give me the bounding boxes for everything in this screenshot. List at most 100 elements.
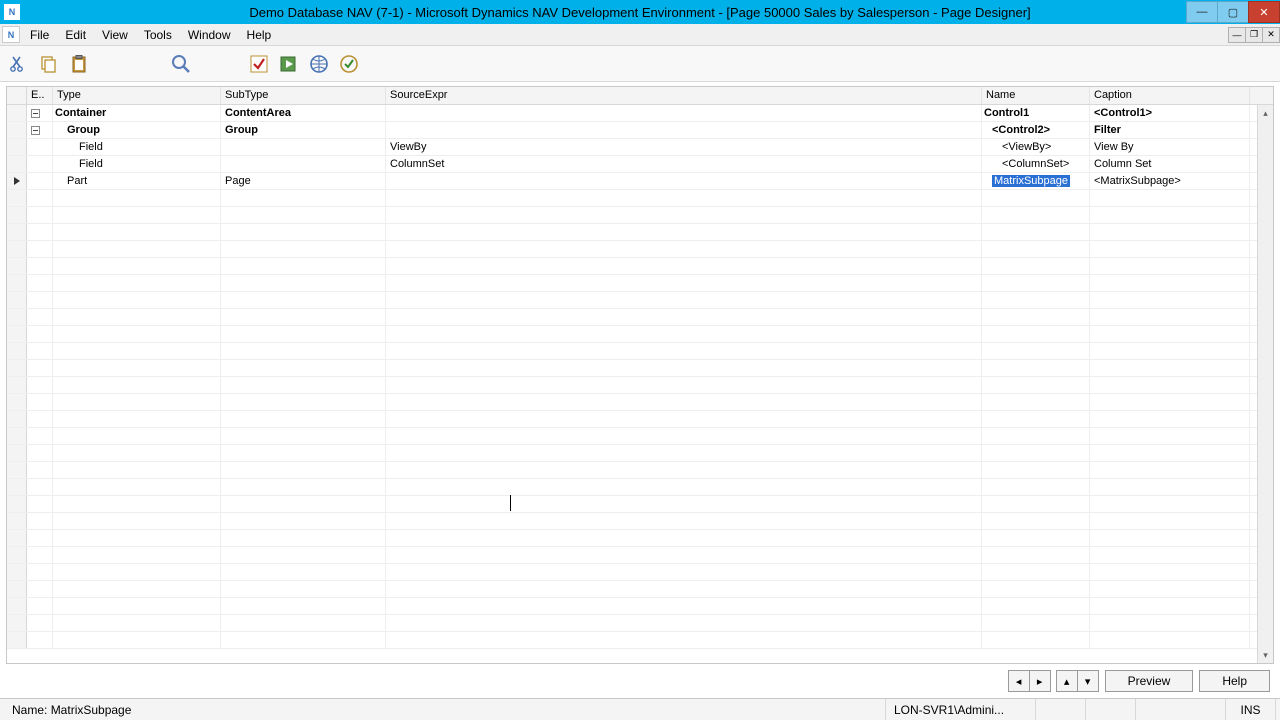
cell-expand[interactable]: [27, 156, 53, 172]
row-selector[interactable]: [7, 411, 27, 427]
row-selector[interactable]: [7, 377, 27, 393]
cell-subtype[interactable]: [221, 530, 386, 546]
cell-sourceexpr[interactable]: [386, 122, 982, 138]
row-selector[interactable]: [7, 615, 27, 631]
grid-row[interactable]: [7, 496, 1273, 513]
cell-subtype[interactable]: [221, 547, 386, 563]
cell-subtype[interactable]: [221, 309, 386, 325]
cell-type[interactable]: [53, 241, 221, 257]
cell-type[interactable]: Group: [53, 122, 221, 138]
cell-expand[interactable]: [27, 377, 53, 393]
cell-sourceexpr[interactable]: [386, 479, 982, 495]
cell-sourceexpr[interactable]: [386, 360, 982, 376]
cell-sourceexpr[interactable]: [386, 105, 982, 121]
cell-subtype[interactable]: [221, 411, 386, 427]
cell-name[interactable]: [982, 309, 1090, 325]
nav-left-button[interactable]: ◂: [1008, 670, 1030, 692]
cell-subtype[interactable]: Page: [221, 173, 386, 189]
cell-caption[interactable]: [1090, 394, 1250, 410]
grid-row[interactable]: FieldViewBy<ViewBy>View By: [7, 139, 1273, 156]
cell-name[interactable]: [982, 292, 1090, 308]
cell-sourceexpr[interactable]: [386, 394, 982, 410]
cell-caption[interactable]: [1090, 547, 1250, 563]
cell-expand[interactable]: [27, 564, 53, 580]
cell-caption[interactable]: Column Set: [1090, 156, 1250, 172]
cell-subtype[interactable]: [221, 598, 386, 614]
cell-sourceexpr[interactable]: ViewBy: [386, 139, 982, 155]
vertical-scrollbar[interactable]: ▴ ▾: [1257, 105, 1273, 663]
cell-sourceexpr[interactable]: [386, 632, 982, 648]
row-selector[interactable]: [7, 394, 27, 410]
cell-expand[interactable]: [27, 105, 53, 121]
cell-subtype[interactable]: [221, 326, 386, 342]
cell-type[interactable]: [53, 428, 221, 444]
cell-subtype[interactable]: [221, 564, 386, 580]
cell-name[interactable]: [982, 377, 1090, 393]
cell-expand[interactable]: [27, 530, 53, 546]
row-selector[interactable]: [7, 258, 27, 274]
cell-type[interactable]: [53, 581, 221, 597]
localize-button[interactable]: [306, 51, 332, 77]
menu-tools[interactable]: Tools: [136, 24, 180, 45]
help-button[interactable]: Help: [1199, 670, 1270, 692]
cell-subtype[interactable]: [221, 241, 386, 257]
grid-row[interactable]: PartPageMatrixSubpage<MatrixSubpage>: [7, 173, 1273, 190]
col-header-caption[interactable]: Caption: [1090, 87, 1250, 104]
cell-sourceexpr[interactable]: [386, 207, 982, 223]
cell-type[interactable]: [53, 496, 221, 512]
cell-caption[interactable]: [1090, 615, 1250, 631]
cell-type[interactable]: [53, 292, 221, 308]
cell-sourceexpr[interactable]: [386, 615, 982, 631]
grid-row[interactable]: [7, 207, 1273, 224]
cell-expand[interactable]: [27, 258, 53, 274]
col-header-type[interactable]: Type: [53, 87, 221, 104]
grid-row[interactable]: [7, 343, 1273, 360]
preview-button[interactable]: Preview: [1105, 670, 1194, 692]
grid-row[interactable]: [7, 445, 1273, 462]
cell-sourceexpr[interactable]: [386, 428, 982, 444]
cell-caption[interactable]: [1090, 564, 1250, 580]
grid-row[interactable]: [7, 224, 1273, 241]
cell-expand[interactable]: [27, 479, 53, 495]
grid-row[interactable]: [7, 258, 1273, 275]
row-selector[interactable]: [7, 224, 27, 240]
menu-view[interactable]: View: [94, 24, 136, 45]
cell-caption[interactable]: [1090, 190, 1250, 206]
cell-subtype[interactable]: [221, 190, 386, 206]
cell-caption[interactable]: [1090, 632, 1250, 648]
cell-type[interactable]: [53, 377, 221, 393]
row-selector[interactable]: [7, 343, 27, 359]
cell-name[interactable]: [982, 564, 1090, 580]
cell-caption[interactable]: [1090, 258, 1250, 274]
mdi-restore-button[interactable]: ❐: [1245, 27, 1263, 43]
cell-caption[interactable]: View By: [1090, 139, 1250, 155]
cell-name[interactable]: [982, 343, 1090, 359]
cell-caption[interactable]: [1090, 224, 1250, 240]
grid-row[interactable]: [7, 530, 1273, 547]
cell-caption[interactable]: [1090, 428, 1250, 444]
cell-sourceexpr[interactable]: [386, 173, 982, 189]
localize-check-button[interactable]: [336, 51, 362, 77]
cell-expand[interactable]: [27, 547, 53, 563]
minimize-button[interactable]: —: [1186, 1, 1218, 23]
menu-window[interactable]: Window: [180, 24, 239, 45]
cell-name[interactable]: [982, 615, 1090, 631]
cell-expand[interactable]: [27, 207, 53, 223]
row-selector[interactable]: [7, 564, 27, 580]
cell-caption[interactable]: [1090, 598, 1250, 614]
cell-expand[interactable]: [27, 292, 53, 308]
row-selector[interactable]: [7, 360, 27, 376]
scroll-up-icon[interactable]: ▴: [1258, 105, 1273, 121]
cell-name[interactable]: [982, 598, 1090, 614]
cell-subtype[interactable]: [221, 462, 386, 478]
grid-row[interactable]: [7, 581, 1273, 598]
cell-name[interactable]: [982, 241, 1090, 257]
cell-caption[interactable]: [1090, 445, 1250, 461]
cell-name[interactable]: <ColumnSet>: [982, 156, 1090, 172]
cell-name[interactable]: [982, 496, 1090, 512]
cell-subtype[interactable]: [221, 139, 386, 155]
cell-expand[interactable]: [27, 615, 53, 631]
cell-type[interactable]: [53, 343, 221, 359]
row-selector[interactable]: [7, 547, 27, 563]
cell-sourceexpr[interactable]: [386, 292, 982, 308]
